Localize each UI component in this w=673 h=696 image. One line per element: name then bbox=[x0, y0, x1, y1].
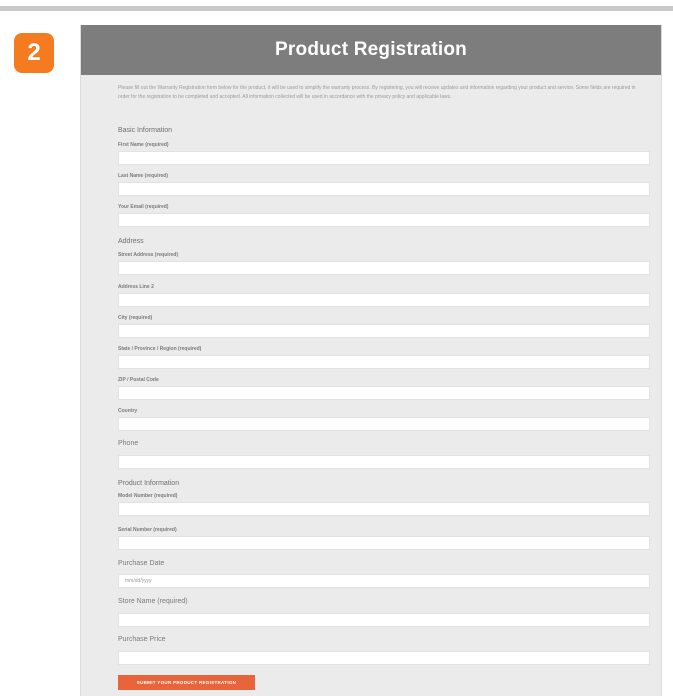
form-intro-text: Please fill out the Warranty Registratio… bbox=[118, 85, 636, 100]
submit-registration-button[interactable]: SUBMIT YOUR PRODUCT REGISTRATION bbox=[118, 675, 255, 690]
street-address-label: Street Address (required) bbox=[118, 252, 179, 258]
state-label: State / Province / Region (required) bbox=[118, 346, 202, 352]
form-title: Product Registration bbox=[81, 25, 661, 75]
country-input[interactable] bbox=[118, 417, 650, 431]
phone-label: Phone bbox=[118, 440, 139, 447]
purchase-price-input[interactable] bbox=[118, 651, 650, 665]
address-line-2-input[interactable] bbox=[118, 293, 650, 307]
purchase-date-input[interactable]: mm/dd/yyyy bbox=[118, 574, 650, 588]
top-divider bbox=[0, 6, 673, 11]
purchase-date-label: Purchase Date bbox=[118, 560, 165, 567]
first-name-input[interactable] bbox=[118, 151, 650, 165]
phone-input[interactable] bbox=[118, 455, 650, 469]
zip-label: ZIP / Postal Code bbox=[118, 377, 159, 383]
first-name-label: First Name (required) bbox=[118, 142, 169, 148]
address-line-2-label: Address Line 2 bbox=[118, 284, 154, 290]
last-name-label: Last Name (required) bbox=[118, 173, 169, 179]
email-label: Your Email (required) bbox=[118, 204, 169, 210]
street-address-input[interactable] bbox=[118, 261, 650, 275]
section-title-basic: Basic Information bbox=[118, 127, 173, 134]
country-label: Country bbox=[118, 408, 138, 414]
store-name-label: Store Name (required) bbox=[118, 598, 188, 605]
registration-form-panel: Product Registration Please fill out the… bbox=[80, 25, 662, 696]
serial-number-label: Serial Number (required) bbox=[118, 527, 177, 533]
last-name-input[interactable] bbox=[118, 182, 650, 196]
section-title-address: Address bbox=[118, 238, 144, 245]
model-number-input[interactable] bbox=[118, 502, 650, 516]
zip-input[interactable] bbox=[118, 386, 650, 400]
city-input[interactable] bbox=[118, 324, 650, 338]
serial-number-input[interactable] bbox=[118, 536, 650, 550]
step-number-badge: 2 bbox=[14, 33, 54, 73]
purchase-price-label: Purchase Price bbox=[118, 636, 166, 643]
state-input[interactable] bbox=[118, 355, 650, 369]
email-input[interactable] bbox=[118, 213, 650, 227]
city-label: City (required) bbox=[118, 315, 153, 321]
model-number-label: Model Number (required) bbox=[118, 493, 178, 499]
store-name-input[interactable] bbox=[118, 613, 650, 627]
section-title-product: Product Information bbox=[118, 480, 180, 487]
